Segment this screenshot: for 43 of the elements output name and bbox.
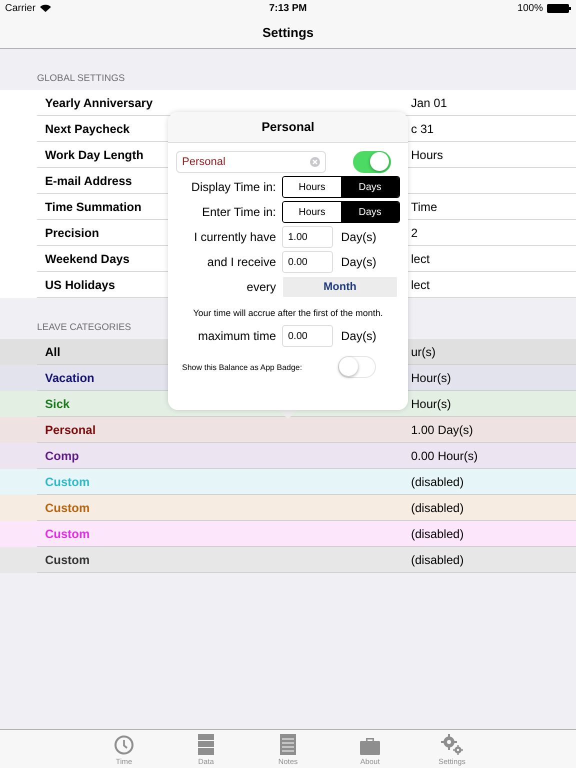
- section-header: LEAVE CATEGORIES: [37, 322, 132, 333]
- badge-label: Show this Balance as App Badge:: [181, 362, 304, 372]
- setting-value: Time: [411, 200, 438, 214]
- nav-title: Settings: [262, 24, 314, 40]
- unit-label: Day(s): [341, 329, 376, 343]
- category-value: 0.00 Hour(s): [411, 448, 478, 462]
- category-label: Custom: [45, 526, 91, 540]
- unit-label: Day(s): [341, 230, 376, 244]
- category-label: Custom: [45, 552, 91, 566]
- display-label: Display Time in:: [190, 180, 277, 194]
- category-value: Hour(s): [411, 396, 452, 410]
- setting-value: Jan 01: [411, 96, 448, 110]
- setting-value: lect: [411, 278, 430, 292]
- category-label: Custom: [45, 474, 91, 488]
- setting-value: Hours: [411, 148, 444, 162]
- setting-value: 2: [411, 226, 418, 240]
- setting-value: lect: [411, 252, 430, 266]
- category-value: ur(s): [411, 344, 436, 358]
- max-label: maximum time: [196, 329, 277, 343]
- every-label: every: [246, 280, 277, 294]
- battery-percent: 100%: [517, 2, 543, 14]
- carrier-label: Carrier: [5, 2, 36, 14]
- enter-label: Enter Time in:: [200, 205, 277, 219]
- have-label: I currently have: [192, 230, 277, 244]
- category-value: (disabled): [411, 500, 464, 514]
- category-value: Hour(s): [411, 370, 452, 384]
- accrual-note: Your time will accrue after the first of the month.: [192, 308, 384, 318]
- category-label: All: [45, 344, 62, 358]
- unit-label: Day(s): [341, 255, 376, 269]
- category-value: (disabled): [411, 474, 464, 488]
- status-time: 7:13 PM: [269, 2, 307, 14]
- category-value: (disabled): [411, 526, 464, 540]
- category-label: Sick: [45, 396, 71, 410]
- category-value: 1.00 Day(s): [411, 422, 474, 436]
- section-header: GLOBAL SETTINGS: [37, 73, 125, 84]
- setting-value: c 31: [411, 122, 434, 136]
- category-label: Personal: [45, 422, 97, 436]
- category-label: Custom: [45, 500, 91, 514]
- category-value: (disabled): [411, 552, 464, 566]
- receive-label: and I receive: [206, 255, 277, 269]
- category-label: Vacation: [45, 370, 96, 384]
- popover-title: Personal: [262, 120, 314, 134]
- category-label: Comp: [45, 448, 80, 462]
